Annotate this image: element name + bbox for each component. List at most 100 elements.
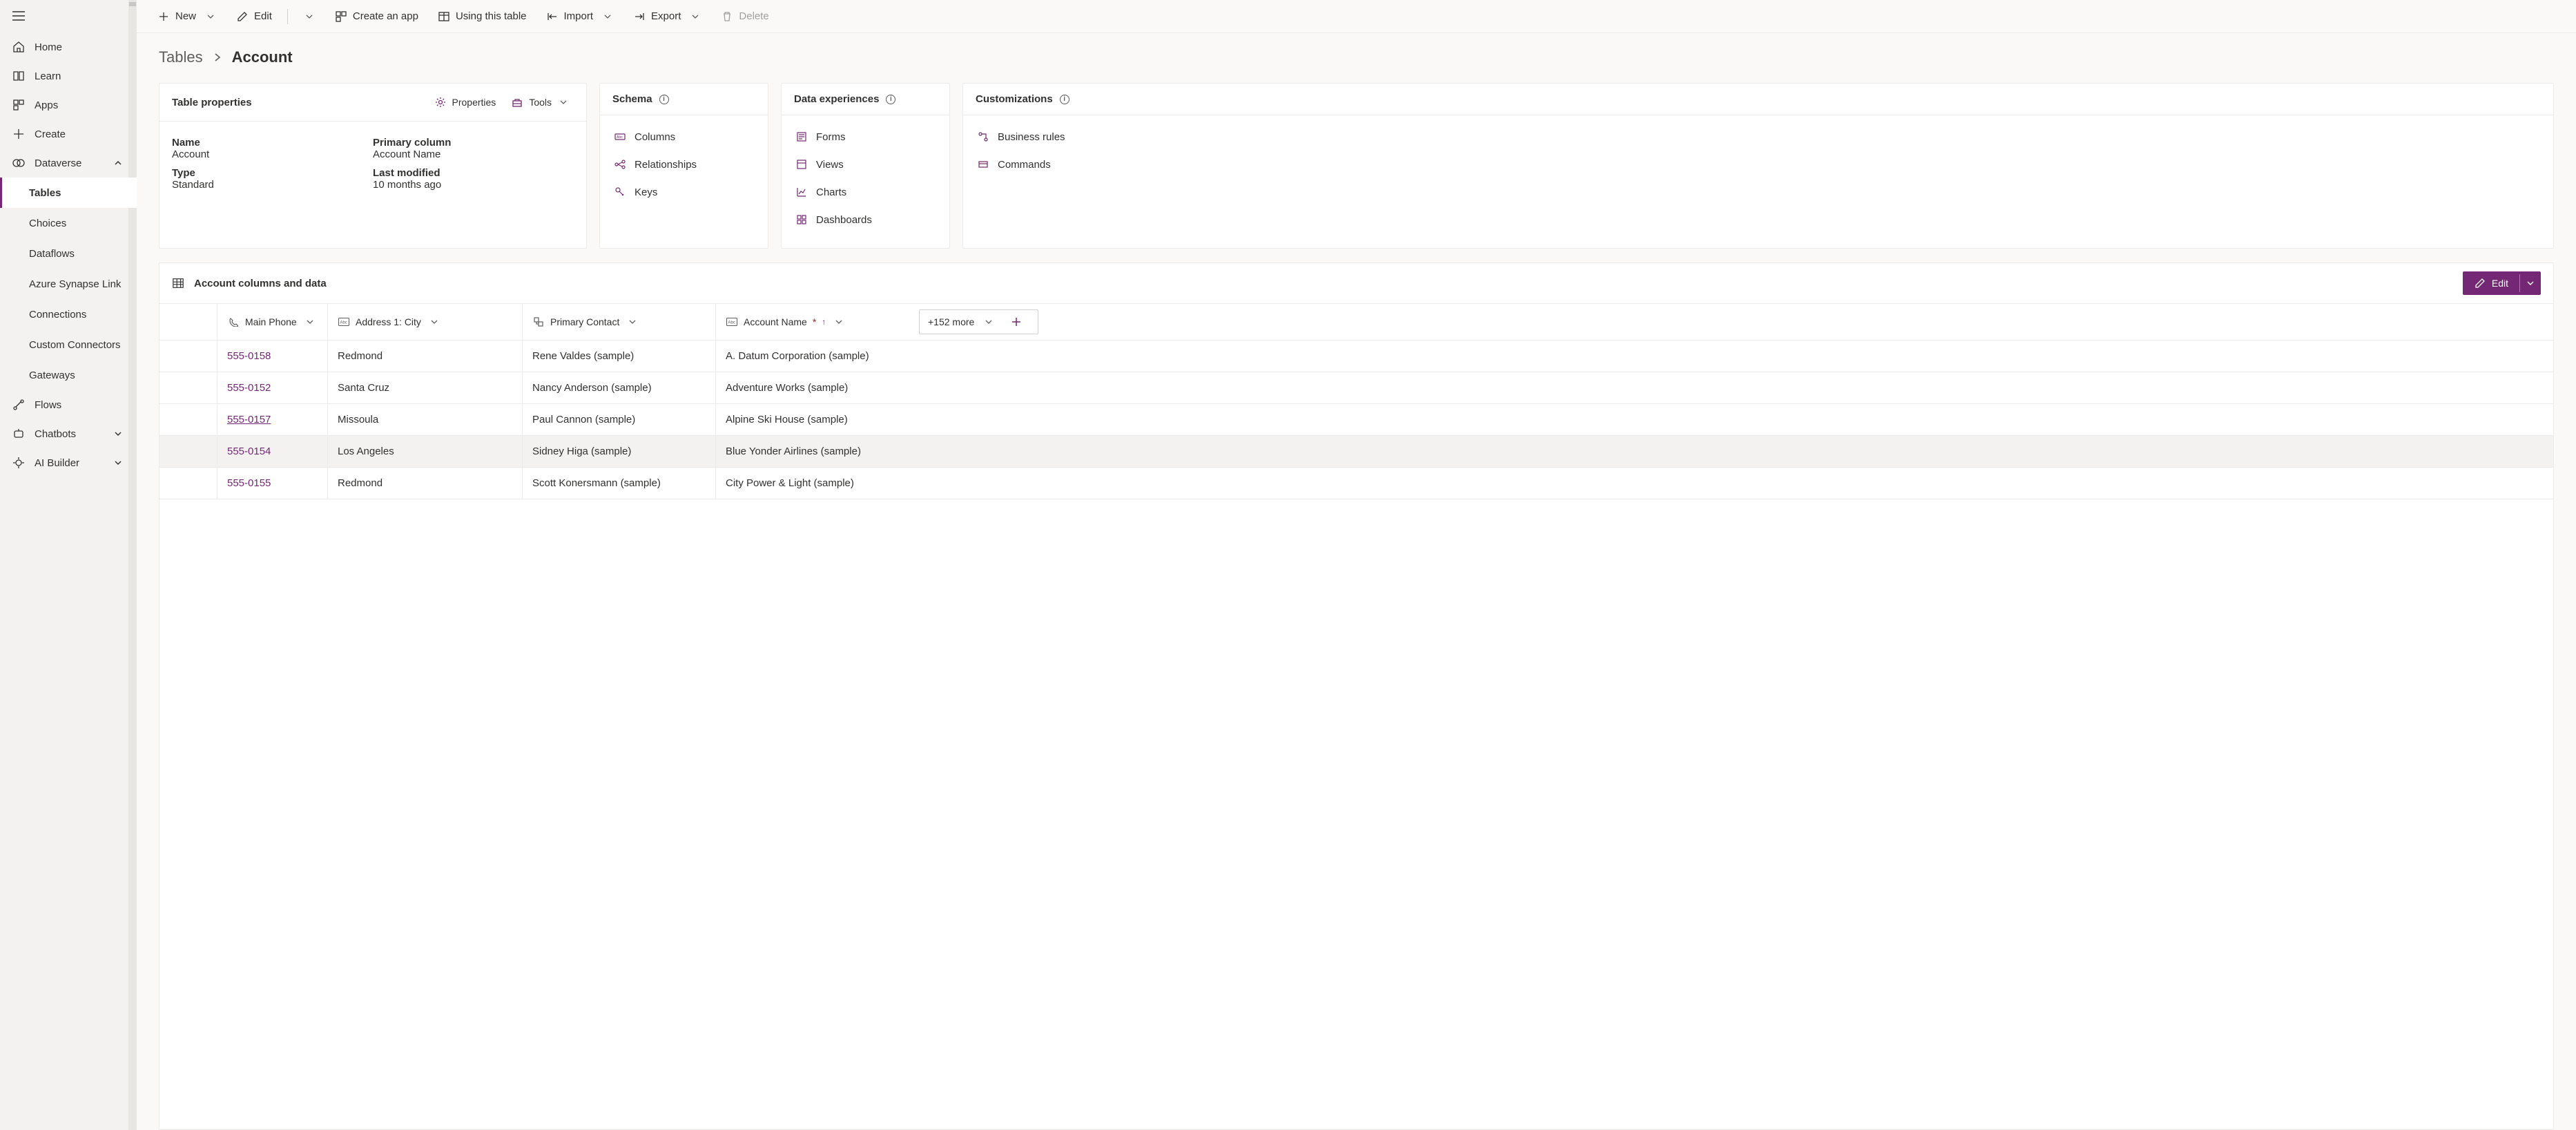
sidebar-item-flows[interactable]: Flows: [0, 390, 137, 419]
info-icon[interactable]: i: [886, 95, 895, 104]
custom-commands-link[interactable]: Commands: [976, 153, 2541, 176]
plus-icon: [157, 10, 170, 23]
info-icon[interactable]: i: [1060, 95, 1069, 104]
cell-contact: Paul Cannon (sample): [532, 414, 635, 425]
sidebar-item-gateways[interactable]: Gateways: [0, 360, 137, 390]
phone-icon: [227, 316, 240, 328]
sidebar-item-dataflows[interactable]: Dataflows: [0, 238, 137, 269]
prop-lm-label: Last modified: [373, 167, 574, 179]
row-checkbox[interactable]: [159, 404, 217, 435]
chevron-down-icon: [689, 10, 701, 23]
pencil-icon: [2474, 277, 2486, 289]
schema-columns-link[interactable]: Abc Columns: [612, 125, 755, 149]
grid-col-checkbox[interactable]: [159, 304, 217, 340]
exp-forms-link[interactable]: Forms: [794, 125, 937, 149]
sidebar-item-learn[interactable]: Learn: [0, 61, 137, 90]
relationships-icon: [614, 158, 626, 171]
edit-data-button[interactable]: Edit: [2463, 271, 2541, 295]
export-button[interactable]: Export: [626, 6, 708, 27]
card-title: Schema: [612, 93, 652, 105]
sidebar-item-connections[interactable]: Connections: [0, 299, 137, 329]
properties-link[interactable]: Properties: [430, 93, 501, 111]
info-icon[interactable]: i: [659, 95, 669, 104]
schema-keys-link[interactable]: Keys: [612, 180, 755, 204]
dashboards-icon: [795, 213, 808, 226]
grid-col-account[interactable]: Abc Account Name * ↑: [716, 304, 909, 340]
using-table-button[interactable]: Using this table: [431, 6, 534, 27]
link-label: Views: [816, 159, 844, 171]
create-app-button[interactable]: Create an app: [328, 6, 425, 27]
card-table-properties: Table properties Properties: [159, 83, 587, 249]
cell-city: Redmond: [338, 477, 382, 489]
hamburger-button[interactable]: [0, 0, 137, 32]
sidebar-item-create[interactable]: Create: [0, 119, 137, 149]
sidebar-item-custom-connectors[interactable]: Custom Connectors: [0, 329, 137, 360]
add-column-button[interactable]: [1003, 316, 1029, 327]
cell-phone[interactable]: 555-0158: [227, 350, 271, 362]
chevron-down-icon: [982, 316, 995, 328]
chevron-down-icon: [112, 428, 124, 440]
chevron-down-icon: [204, 10, 217, 23]
row-checkbox[interactable]: [159, 341, 217, 372]
import-button[interactable]: Import: [539, 6, 621, 27]
sidebar-item-tables[interactable]: Tables: [0, 178, 137, 208]
row-checkbox[interactable]: [159, 468, 217, 499]
sidebar-item-label: Azure Synapse Link: [29, 278, 121, 290]
schema-relationships-link[interactable]: Relationships: [612, 153, 755, 176]
table-row[interactable]: 555-0157 Missoula Paul Cannon (sample) A…: [159, 404, 2553, 436]
chevron-down-icon: [303, 10, 316, 23]
table-row[interactable]: 555-0152 Santa Cruz Nancy Anderson (samp…: [159, 372, 2553, 404]
prop-type-label: Type: [172, 167, 373, 179]
pencil-icon: [236, 10, 249, 23]
edit-button[interactable]: Edit: [229, 6, 279, 27]
exp-views-link[interactable]: Views: [794, 153, 937, 176]
cell-phone[interactable]: 555-0154: [227, 446, 271, 457]
sidebar-item-chatbots[interactable]: Chatbots: [0, 419, 137, 448]
table-row[interactable]: 555-0154 Los Angeles Sidney Higa (sample…: [159, 436, 2553, 468]
delete-button[interactable]: Delete: [714, 6, 775, 27]
exp-charts-link[interactable]: Charts: [794, 180, 937, 204]
table-row[interactable]: 555-0155 Redmond Scott Konersmann (sampl…: [159, 468, 2553, 499]
grid-col-phone[interactable]: Main Phone: [217, 304, 328, 340]
grid-col-contact[interactable]: Primary Contact: [523, 304, 716, 340]
app-icon: [335, 10, 347, 23]
tools-link[interactable]: Tools: [507, 93, 574, 111]
cell-account: Alpine Ski House (sample): [726, 414, 848, 425]
table-row[interactable]: 555-0158 Redmond Rene Valdes (sample) A.…: [159, 341, 2553, 372]
exp-dashboards-link[interactable]: Dashboards: [794, 208, 937, 231]
sidebar-item-label: Flows: [35, 399, 61, 411]
row-checkbox[interactable]: [159, 436, 217, 467]
sidebar-item-label: Chatbots: [35, 428, 76, 440]
cell-account: City Power & Light (sample): [726, 477, 854, 489]
cmd-label: Delete: [739, 10, 768, 22]
sidebar-item-choices[interactable]: Choices: [0, 208, 137, 238]
ai-builder-icon: [12, 457, 25, 469]
cell-phone[interactable]: 555-0157: [227, 414, 271, 425]
edit-split[interactable]: [2519, 274, 2541, 292]
toolbox-icon: [511, 96, 523, 108]
apps-icon: [12, 99, 25, 111]
grid-col-city[interactable]: Abc Address 1: City: [328, 304, 523, 340]
sidebar-item-ai-builder[interactable]: AI Builder: [0, 448, 137, 477]
link-label: Dashboards: [816, 214, 872, 226]
cell-city: Missoula: [338, 414, 378, 425]
cell-phone[interactable]: 555-0152: [227, 382, 271, 394]
prop-type-value: Standard: [172, 179, 373, 191]
breadcrumb-parent[interactable]: Tables: [159, 48, 203, 66]
sidebar-item-label: Connections: [29, 309, 86, 320]
sidebar-item-apps[interactable]: Apps: [0, 90, 137, 119]
edit-split-button[interactable]: [296, 6, 322, 27]
prop-name-label: Name: [172, 137, 373, 149]
custom-business-rules-link[interactable]: Business rules: [976, 125, 2541, 149]
row-checkbox[interactable]: [159, 372, 217, 403]
sidebar-item-home[interactable]: Home: [0, 32, 137, 61]
more-columns-button[interactable]: +152 more: [919, 309, 1038, 334]
sidebar-item-label: Choices: [29, 218, 66, 229]
commands-icon: [977, 158, 989, 171]
new-button[interactable]: New: [151, 6, 224, 27]
cell-phone[interactable]: 555-0155: [227, 477, 271, 489]
sidebar-item-synapse[interactable]: Azure Synapse Link: [0, 269, 137, 299]
link-label: Keys: [635, 186, 657, 198]
sidebar-item-dataverse[interactable]: Dataverse: [0, 149, 137, 178]
chevron-down-icon: [601, 10, 614, 23]
